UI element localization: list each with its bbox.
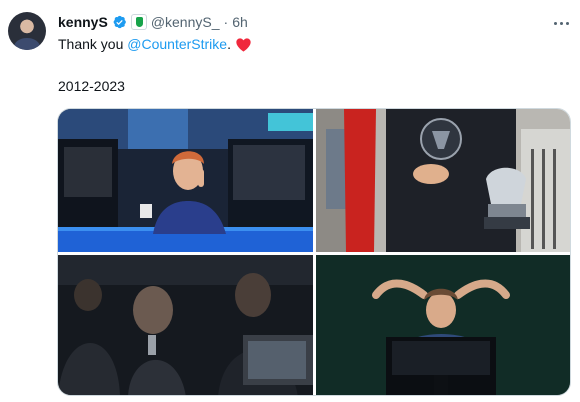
affiliate-badge-icon[interactable] xyxy=(130,14,147,30)
media-grid xyxy=(57,108,571,396)
photo-player-celebrating xyxy=(316,255,570,395)
mention-link[interactable]: @CounterStrike xyxy=(127,36,227,52)
media-photo-3[interactable] xyxy=(58,255,313,395)
media-photo-2[interactable] xyxy=(316,109,570,252)
author-avatar[interactable] xyxy=(8,12,46,50)
tweet-text-prefix: Thank you xyxy=(58,36,128,52)
more-dot-icon xyxy=(565,21,569,25)
more-dot-icon xyxy=(553,21,557,25)
timestamp[interactable]: 6h xyxy=(232,14,248,30)
tweet-text-suffix: . xyxy=(227,36,231,52)
photo-player-at-desk xyxy=(58,109,313,252)
more-options-button[interactable] xyxy=(546,12,576,34)
more-dot-icon xyxy=(559,21,563,25)
photo-trophy-holder xyxy=(316,109,570,252)
media-photo-1[interactable] xyxy=(58,109,313,252)
verified-badge-icon xyxy=(113,15,126,29)
photo-players-dark-stage xyxy=(58,255,313,395)
red-heart-icon xyxy=(236,37,251,52)
author-handle[interactable]: @kennyS_ xyxy=(151,14,220,30)
author-name[interactable]: kennyS xyxy=(58,14,108,30)
separator-dot: · xyxy=(223,14,229,30)
media-photo-4[interactable] xyxy=(316,255,570,395)
tweet-header: kennyS @kennyS_ · 6h xyxy=(58,12,248,32)
tweet-text-line2: 2012-2023 xyxy=(58,78,125,94)
tweet-text: Thank you @CounterStrike. xyxy=(58,36,252,52)
